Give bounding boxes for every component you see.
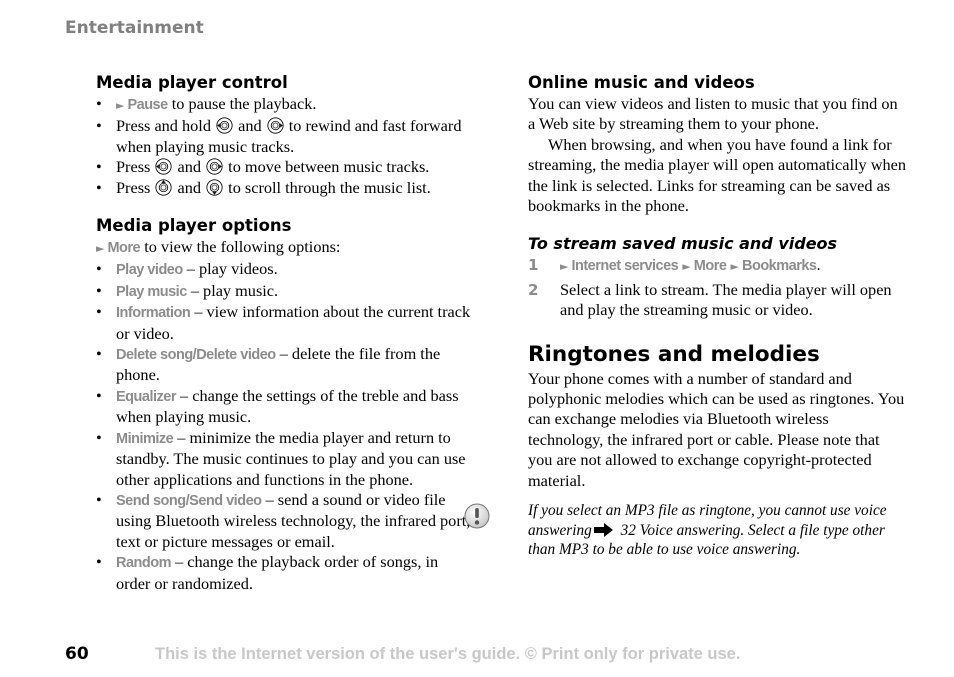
list-item: Information – view information about the… bbox=[96, 302, 476, 344]
step-number: 2 bbox=[528, 280, 539, 299]
menu-item-information: Information bbox=[116, 305, 191, 322]
note-reference: 32 Voice answering bbox=[616, 521, 741, 539]
menu-item-more: More bbox=[693, 258, 727, 275]
select-arrow-icon: ► bbox=[730, 260, 739, 274]
select-arrow-icon: ► bbox=[682, 260, 691, 274]
options-intro: ► More to view the following options: bbox=[96, 237, 341, 257]
menu-item-more: More bbox=[107, 240, 141, 257]
left-column: Media player control ►Pause to pause the… bbox=[96, 72, 476, 594]
list-item: Play music – play music. bbox=[96, 281, 476, 302]
select-arrow-icon: ► bbox=[560, 260, 569, 274]
menu-item-pause: Pause bbox=[127, 97, 168, 113]
ringtones-heading: Ringtones and melodies bbox=[528, 341, 820, 367]
list-item: Press and to move between music tracks. bbox=[96, 157, 476, 178]
footer-notice: This is the Internet version of the user… bbox=[155, 645, 741, 663]
warning-icon bbox=[464, 503, 490, 529]
menu-item-play-video: Play video bbox=[116, 262, 183, 279]
step-item: 2 Select a link to stream. The media pla… bbox=[528, 279, 892, 320]
online-para-1: You can view videos and listen to music … bbox=[528, 94, 898, 134]
goto-arrow-icon bbox=[593, 522, 613, 537]
list-item: Random – change the playback order of so… bbox=[96, 552, 476, 594]
note-block: If you select an MP3 file as ringtone, y… bbox=[464, 501, 908, 560]
right-column: Online music and videos You can view vid… bbox=[464, 72, 908, 560]
list-item: Minimize – minimize the media player and… bbox=[96, 428, 476, 490]
nav-left-key-icon bbox=[155, 158, 172, 175]
menu-item-delete: Delete song/Delete video bbox=[116, 347, 276, 364]
menu-item-internet-services: Internet services bbox=[571, 258, 679, 275]
list-item: Equalizer – change the settings of the t… bbox=[96, 386, 476, 428]
nav-right-key-icon bbox=[206, 158, 223, 175]
step-number: 1 bbox=[528, 256, 539, 275]
step-item: 1 ► Internet services ► More ► Bookmarks. bbox=[528, 255, 821, 275]
stream-task-heading: To stream saved music and videos bbox=[528, 234, 838, 254]
menu-item-equalizer: Equalizer bbox=[116, 388, 176, 405]
list-item: Send song/Send video – send a sound or v… bbox=[96, 490, 476, 552]
page-number: 60 bbox=[65, 644, 89, 664]
list-item: Press and hold and to rewind and fast fo… bbox=[96, 116, 476, 157]
nav-left-key-icon bbox=[216, 117, 233, 134]
list-item: Play video – play videos. bbox=[96, 259, 476, 280]
menu-item-random: Random bbox=[116, 555, 172, 572]
list-item: ►Pause to pause the playback. bbox=[96, 94, 476, 116]
ringtones-para: Your phone comes with a number of standa… bbox=[528, 368, 905, 490]
section-title: Entertainment bbox=[65, 18, 204, 38]
media-player-control-heading: Media player control bbox=[96, 73, 288, 92]
nav-up-key-icon bbox=[155, 179, 172, 196]
list-item: Press and to scroll through the music li… bbox=[96, 178, 476, 199]
list-item: Delete song/Delete video – delete the fi… bbox=[96, 344, 476, 386]
menu-item-send: Send song/Send video bbox=[116, 492, 262, 509]
online-music-heading: Online music and videos bbox=[528, 73, 755, 92]
select-arrow-icon: ► bbox=[116, 99, 125, 112]
control-list: ►Pause to pause the playback. Press and … bbox=[96, 94, 476, 198]
stream-steps: 1 ► Internet services ► More ► Bookmarks. 2… bbox=[528, 255, 908, 320]
online-para-2: When browsing, and when you have found a… bbox=[528, 134, 906, 216]
media-player-options-heading: Media player options bbox=[96, 216, 292, 236]
menu-item-bookmarks: Bookmarks bbox=[741, 258, 817, 275]
menu-item-play-music: Play music bbox=[116, 283, 187, 300]
options-list: Play video – play videos. Play music – p… bbox=[96, 259, 476, 594]
menu-item-minimize: Minimize bbox=[116, 430, 174, 447]
nav-down-key-icon bbox=[206, 179, 223, 196]
nav-right-key-icon bbox=[267, 117, 284, 134]
select-arrow-icon: ► bbox=[96, 242, 105, 256]
